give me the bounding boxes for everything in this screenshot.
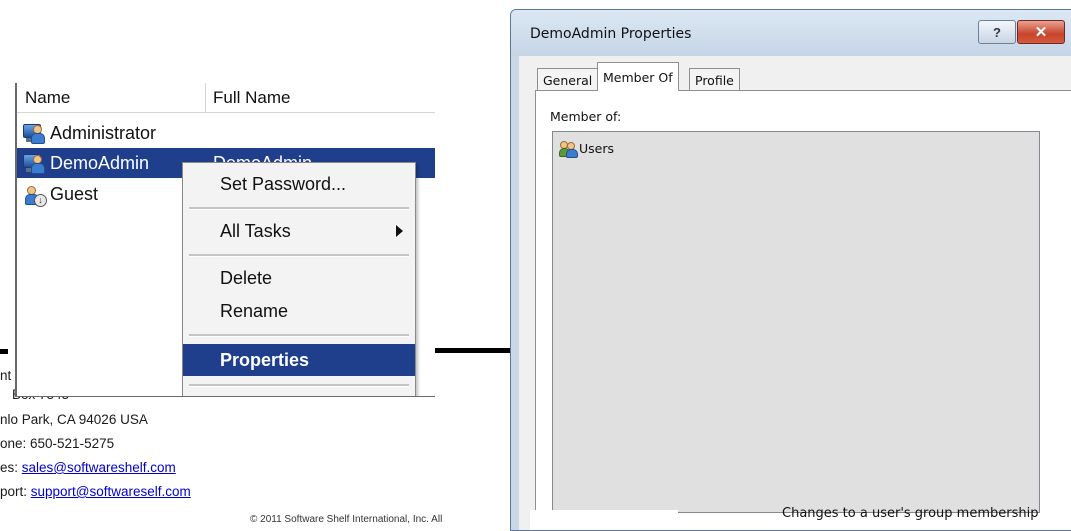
sales-email-link[interactable]: sales@softwareshelf.com	[22, 460, 176, 475]
column-header-name[interactable]: Name	[25, 88, 70, 108]
note-placeholder-box	[530, 510, 678, 530]
properties-dialog: DemoAdmin Properties ? ✕ General Member …	[510, 9, 1071, 531]
menu-separator	[189, 384, 409, 387]
tab-profile[interactable]: Profile	[689, 68, 740, 91]
guest-user-icon: ↓	[22, 183, 47, 207]
submenu-arrow-icon	[396, 225, 403, 237]
dialog-title: DemoAdmin Properties	[530, 26, 692, 42]
user-icon	[22, 122, 46, 144]
member-of-panel: Member of: Users	[535, 90, 1071, 530]
menu-item-all-tasks[interactable]: All Tasks	[183, 216, 415, 246]
list-item-users-group[interactable]: Users	[559, 140, 615, 158]
column-header-full-name[interactable]: Full Name	[213, 88, 290, 108]
menu-item-properties[interactable]: Properties	[183, 344, 415, 376]
contact-sales: es: sales@softwareshelf.com	[0, 460, 176, 475]
help-button[interactable]: ?	[978, 20, 1016, 44]
tab-general[interactable]: General	[537, 68, 599, 91]
membership-note: Changes to a user's group membership	[782, 506, 1039, 521]
support-email-link[interactable]: support@softwareself.com	[31, 484, 191, 499]
menu-item-rename[interactable]: Rename	[183, 296, 415, 326]
group-membership-list[interactable]: Users	[552, 131, 1040, 513]
dialog-client-area: General Member Of Profile Member of: Use…	[519, 56, 1071, 530]
support-prefix: port:	[0, 484, 31, 499]
divider-line-left	[0, 349, 8, 354]
contact-address: nlo Park, CA 94026 USA	[0, 412, 148, 427]
divider-line-right	[433, 348, 511, 353]
context-menu: Set Password... All Tasks Delete Rename …	[182, 162, 416, 396]
user-name: Guest	[50, 183, 99, 204]
sales-prefix: es:	[0, 460, 22, 475]
list-item-administrator[interactable]: Administrator	[17, 118, 435, 148]
contact-phone: one: 650-521-5275	[0, 436, 115, 451]
contact-support: port: support@softwareself.com	[0, 484, 191, 499]
column-separator[interactable]	[205, 83, 206, 112]
user-icon	[22, 152, 46, 174]
member-of-label: Member of:	[550, 109, 622, 124]
dialog-titlebar[interactable]: DemoAdmin Properties ? ✕	[511, 10, 1071, 56]
menu-separator	[189, 334, 409, 337]
menu-separator	[189, 207, 409, 210]
menu-item-label: All Tasks	[220, 220, 291, 241]
close-button[interactable]: ✕	[1017, 20, 1065, 44]
user-name: DemoAdmin	[50, 152, 150, 173]
group-icon	[559, 140, 578, 158]
contact-line-1: nt	[0, 368, 12, 383]
menu-item-set-password[interactable]: Set Password...	[183, 169, 415, 199]
group-name: Users	[579, 140, 615, 156]
local-users-list: Name Full Name Administrator DemoAdmin D…	[15, 83, 435, 397]
tab-member-of[interactable]: Member Of	[597, 62, 679, 91]
list-header: Name Full Name	[17, 83, 435, 113]
user-name: Administrator	[50, 122, 157, 143]
menu-separator	[189, 254, 409, 257]
copyright-text: © 2011 Software Shelf International, Inc…	[250, 514, 443, 525]
menu-item-delete[interactable]: Delete	[183, 263, 415, 293]
